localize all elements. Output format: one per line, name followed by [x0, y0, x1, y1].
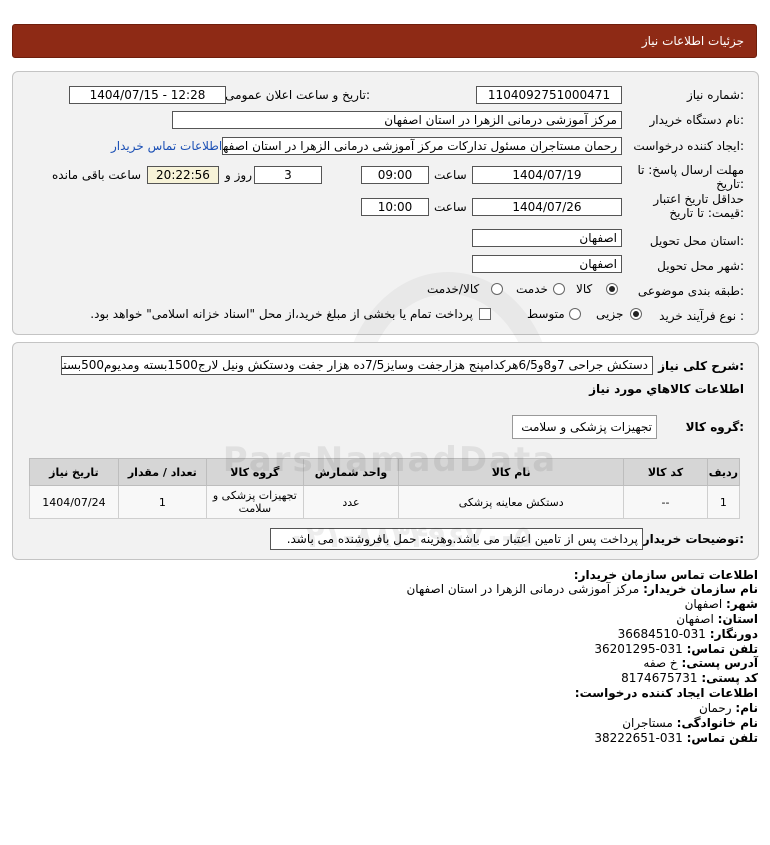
contact-row-address: آدرس پستی: خ صفه [643, 656, 758, 670]
cell-row: 1 [706, 485, 741, 519]
treasury-payment-checkbox[interactable] [479, 308, 491, 320]
col-quantity: تعداد / مقدار [117, 458, 207, 486]
remaining-time-label: ساعت باقی مانده [52, 168, 142, 182]
page-header: جزئیات اطلاعات نیاز [12, 24, 757, 58]
buyer-field[interactable]: مرکز آموزشی درمانی الزهرا در استان اصفها… [172, 111, 622, 129]
table-row[interactable]: 1 -- دستکش معاینه پزشکی عدد تجهیزات پزشک… [29, 485, 741, 519]
process-radio-minor[interactable] [630, 308, 642, 320]
contact-row-city: شهر: اصفهان [684, 597, 758, 611]
creator-label: ایجاد کننده درخواست: [633, 139, 744, 153]
buyer-label: نام دستگاه خریدار: [649, 113, 745, 127]
reply-date-field[interactable]: 1404/07/19 [472, 166, 622, 184]
contact-heading: اطلاعات تماس سازمان خریدار: [573, 568, 758, 582]
cell-name: دستکش معاینه پزشکی [398, 485, 625, 519]
contact-row-org: نام سازمان خریدار: مرکز آموزشی درمانی ال… [406, 582, 758, 596]
col-code: کد کالا [623, 458, 708, 486]
watermark-phone: ۰۲۱-۸۸۳۴۹۶۷۰-۵ [287, 520, 533, 555]
reply-time-label: ساعت [434, 168, 467, 182]
process-option-medium: متوسط [527, 307, 565, 321]
process-option-minor: جزیی [596, 307, 624, 321]
creator-row-name: نام: رحمان [698, 701, 758, 715]
validity-date-field[interactable]: 1404/07/26 [472, 198, 622, 216]
goods-group-label: گروه کالا: [685, 420, 744, 434]
creator-row-family: نام خانوادگی: مستاجران [622, 716, 758, 730]
need-number-label: شماره نیاز: [686, 88, 744, 102]
creator-heading: اطلاعات ایجاد کننده درخواست: [574, 686, 758, 700]
creator-row-phone: تلفن تماس: 031-38222651 [594, 731, 758, 745]
category-option-service: خدمت [516, 282, 548, 296]
city-label: شهر محل تحویل: [657, 259, 744, 273]
cell-date: 1404/07/24 [29, 485, 119, 519]
buyer-notes-label: توضیحات خریدار: [642, 532, 744, 546]
validity-time-field[interactable]: 10:00 [361, 198, 429, 216]
reply-deadline-label: مهلت ارسال پاسخ: تا تاریخ: [637, 163, 744, 191]
days-label: روز و [225, 168, 252, 182]
items-heading: اطلاعات کالاهاي مورد نياز [589, 382, 744, 396]
validity-label: حداقل تاریخ اعتبار قیمت: تا تاریخ: [653, 192, 744, 220]
col-row: ردیف [706, 458, 741, 486]
days-field[interactable]: 3 [254, 166, 322, 184]
validity-time-label: ساعت [434, 200, 467, 214]
province-label: استان محل تحویل: [649, 234, 744, 248]
col-date: تاریخ نیاز [29, 458, 119, 486]
category-label: طبقه بندی موضوعی: [637, 284, 744, 298]
process-label: نوع فرآیند خرید : [659, 309, 744, 323]
watermark-text: ParsNamadData [222, 440, 558, 480]
announce-field[interactable]: 1404/07/15 - 12:28 [69, 86, 226, 104]
buyer-contact-link[interactable]: اطلاعات تماس خریدار [111, 139, 222, 153]
page-title: جزئیات اطلاعات نیاز [641, 34, 744, 48]
contact-row-province: استان: اصفهان [676, 612, 758, 626]
contact-row-fax: دورنگار: 031-36684510 [617, 627, 758, 641]
description-field[interactable]: دستکش جراحی 7و8و6/5هرکدامپنج هزارجفت وسا… [61, 356, 653, 375]
creator-field[interactable]: رحمان مستاجران مسئول تدارکات مرکز آموزشی… [222, 137, 622, 155]
province-field[interactable]: اصفهان [472, 229, 622, 247]
announce-label: تاریخ و ساعت اعلان عمومی: [225, 88, 370, 102]
need-number-field[interactable]: 1104092751000471 [476, 86, 622, 104]
category-option-goods: کالا [576, 282, 593, 296]
contact-row-phone: تلفن تماس: 031-36201295 [594, 642, 758, 656]
cell-quantity: 1 [117, 485, 207, 519]
category-radio-service[interactable] [553, 283, 565, 295]
cell-code: -- [623, 485, 708, 519]
reply-time-field[interactable]: 09:00 [361, 166, 429, 184]
treasury-payment-note: پرداخت تمام یا بخشی از مبلغ خرید،از محل … [90, 307, 473, 321]
process-radio-medium[interactable] [569, 308, 581, 320]
remaining-time-field: 20:22:56 [147, 166, 219, 184]
city-field[interactable]: اصفهان [472, 255, 622, 273]
cell-group: تجهیزات پزشکی و سلامت [205, 485, 304, 519]
description-label: شرح کلی نیاز: [658, 359, 744, 373]
contact-row-postal: کد پستی: 8174675731 [621, 671, 758, 685]
goods-group-field[interactable]: تجهیزات پزشکی و سلامت [512, 415, 657, 439]
category-radio-goods[interactable] [606, 283, 618, 295]
category-option-both: کالا/خدمت [427, 282, 480, 296]
cell-unit: عدد [302, 485, 400, 519]
category-radio-both[interactable] [491, 283, 503, 295]
